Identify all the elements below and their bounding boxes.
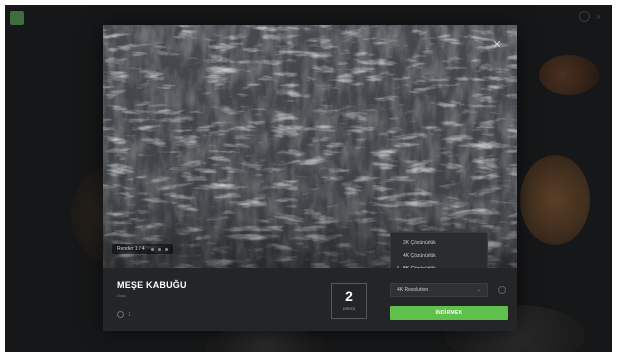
render-indicator-label: Render 1 / 4 (117, 246, 145, 252)
background-texture-thumb (520, 155, 590, 245)
render-pagination-dots[interactable] (150, 247, 168, 251)
pagination-dot[interactable] (164, 247, 168, 251)
texture-category: Doku (117, 293, 127, 298)
resolution-select[interactable]: 4K Resolution ⌄ (390, 283, 488, 297)
credit-cost-label: KREDİ (342, 306, 356, 311)
chevron-down-icon: ⌄ (476, 287, 481, 293)
credit-cost-value: 2 (345, 288, 353, 304)
app-logo (10, 11, 24, 25)
background-close-icon: × (596, 12, 602, 22)
heart-icon[interactable] (117, 311, 124, 318)
texture-info-panel: MEŞE KABUĞU Doku 1 2 KREDİ 4K Resolution… (103, 268, 517, 331)
app-window: × ✕ Render 1 / 4 2K Çözünürlük 4K Çözünü… (5, 5, 612, 352)
credit-cost-box: 2 KREDİ (331, 283, 367, 319)
resolution-option-label: 2K Çözünürlük (403, 239, 436, 246)
background-texture-thumb (539, 55, 599, 95)
resolution-option-label: 4K Çözünürlük (403, 252, 436, 259)
texture-title: MEŞE KABUĞU (117, 280, 187, 290)
close-icon[interactable]: ✕ (491, 39, 503, 51)
resolution-select-value: 4K Resolution (397, 287, 429, 293)
like-counter[interactable]: 1 (117, 311, 131, 318)
like-count: 1 (128, 311, 131, 318)
resolution-option-2k[interactable]: 2K Çözünürlük (391, 236, 487, 249)
info-icon[interactable] (498, 286, 506, 294)
pagination-dot[interactable] (157, 247, 161, 251)
resolution-option-4k[interactable]: 4K Çözünürlük (391, 249, 487, 262)
render-indicator: Render 1 / 4 (112, 244, 173, 254)
download-button[interactable]: İNDİRMEK (390, 306, 508, 320)
pagination-dot[interactable] (150, 247, 154, 251)
texture-detail-modal: ✕ Render 1 / 4 2K Çözünürlük 4K Çözünürl… (103, 25, 517, 331)
background-account-icon (579, 11, 590, 22)
